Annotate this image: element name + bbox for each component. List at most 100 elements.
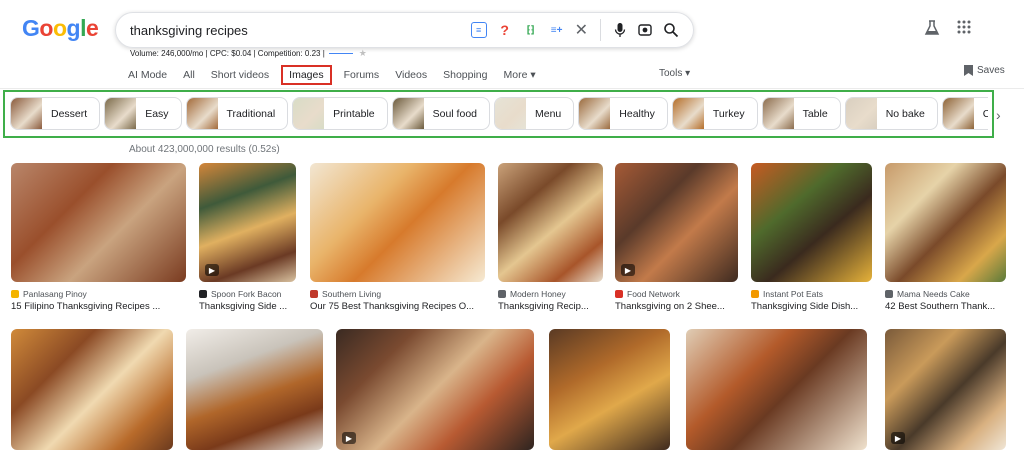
image-result-thumbnail[interactable] (549, 329, 670, 450)
image-result-thumbnail[interactable] (11, 329, 173, 450)
result-title[interactable]: Thanksgiving Side ... (199, 301, 298, 312)
result-source[interactable]: Mama Needs Cake (885, 289, 970, 299)
tools-button[interactable]: Tools ▾ (659, 68, 690, 79)
result-title[interactable]: 42 Best Southern Thank... (885, 301, 1008, 312)
image-result-thumbnail[interactable]: ▶ (885, 329, 1006, 450)
tab-ai-mode[interactable]: AI Mode (128, 69, 167, 81)
lens-icon[interactable] (637, 22, 653, 38)
chip-soul-food[interactable]: Soul food (391, 97, 490, 130)
favicon-icon (751, 290, 759, 298)
chip-label: Soul food (432, 107, 477, 120)
image-result-thumbnail[interactable] (186, 329, 323, 450)
chip-label: Healthy (619, 107, 655, 120)
chip-label: Menu (535, 107, 562, 120)
chip-traditional[interactable]: Traditional (185, 97, 289, 130)
image-result-thumbnail[interactable] (686, 329, 867, 450)
result-source[interactable]: Modern Honey (498, 289, 566, 299)
chip-thumbnail (186, 98, 218, 129)
video-icon: ▶ (342, 432, 356, 444)
chip-thumbnail (942, 98, 974, 129)
favicon-icon (615, 290, 623, 298)
chip-label: No bake (885, 107, 925, 120)
tab-short-videos[interactable]: Short videos (211, 69, 269, 81)
chip-turkey[interactable]: Turkey (671, 97, 758, 130)
result-source[interactable]: Spoon Fork Bacon (199, 289, 281, 299)
source-name: Panlasang Pinoy (23, 289, 87, 299)
favicon-icon (885, 290, 893, 298)
tab-videos[interactable]: Videos (395, 69, 427, 81)
favicon-icon (199, 290, 207, 298)
chip-menu[interactable]: Menu (494, 97, 575, 130)
search-box[interactable]: thanksgiving recipes ≡ ? ⁅⁆ ≡+ ✕ (115, 12, 694, 48)
search-tabs: AI Mode All Short videos Images Forums V… (120, 65, 544, 85)
chip-thumbnail (495, 98, 526, 129)
results-count: About 423,000,000 results (0.52s) (129, 144, 280, 155)
mic-icon[interactable] (613, 22, 627, 38)
tab-shopping[interactable]: Shopping (443, 69, 487, 81)
labs-icon[interactable] (924, 20, 940, 36)
result-title[interactable]: 15 Filipino Thanksgiving Recipes ... (11, 301, 188, 312)
image-result-thumbnail[interactable]: ▶ (336, 329, 534, 450)
source-name: Mama Needs Cake (897, 289, 970, 299)
chip-label: Dessert (51, 107, 88, 120)
result-title[interactable]: Thanksgiving Recip... (498, 301, 605, 312)
tab-more[interactable]: More ▾ (503, 69, 535, 81)
image-result-thumbnail[interactable] (885, 163, 1006, 282)
bookmark-icon (964, 65, 973, 76)
result-title[interactable]: Our 75 Best Thanksgiving Recipes O... (310, 301, 487, 312)
chip-label: Table (802, 107, 828, 120)
seo-metrics-bar: Volume: 246,000/mo | CPC: $0.04 | Compet… (130, 48, 367, 59)
image-result-thumbnail[interactable] (11, 163, 186, 282)
result-source[interactable]: Panlasang Pinoy (11, 289, 87, 299)
video-icon: ▶ (891, 432, 905, 444)
chip-thumbnail (11, 98, 42, 129)
tab-images[interactable]: Images (281, 65, 332, 85)
star-icon[interactable]: ★ (359, 48, 367, 59)
extension-icon-3[interactable]: ⁅⁆ (523, 22, 539, 38)
favicon-icon (11, 290, 19, 298)
chip-no-bake[interactable]: No bake (844, 97, 938, 130)
saves-button[interactable]: Saves (964, 65, 1005, 76)
image-result-thumbnail[interactable] (751, 163, 872, 282)
result-source[interactable]: Instant Pot Eats (751, 289, 823, 299)
image-result-thumbnail[interactable] (498, 163, 603, 282)
chip-thumbnail (762, 98, 794, 129)
chip-label: Chicken (982, 107, 988, 120)
chip-label: Printable (333, 107, 375, 120)
result-source[interactable]: Southern Living (310, 289, 381, 299)
logo-letter: o (39, 15, 53, 41)
apps-grid-icon[interactable] (957, 20, 971, 34)
image-result-thumbnail[interactable]: ▶ (199, 163, 296, 282)
chevron-right-icon[interactable]: › (996, 107, 1001, 123)
seo-metrics-text: Volume: 246,000/mo | CPC: $0.04 | Compet… (130, 49, 325, 58)
extension-icon-2[interactable]: ? (497, 22, 513, 38)
source-name: Modern Honey (510, 289, 566, 299)
extension-icon-1[interactable]: ≡ (470, 22, 487, 38)
chip-printable[interactable]: Printable (292, 97, 388, 130)
result-title[interactable]: Thanksgiving on 2 Shee... (615, 301, 740, 312)
separator (600, 19, 601, 41)
tab-all[interactable]: All (183, 69, 195, 81)
result-source[interactable]: Food Network (615, 289, 680, 299)
logo-letter: e (85, 15, 99, 41)
chip-easy[interactable]: Easy (104, 97, 182, 130)
image-result-thumbnail[interactable]: ▶ (615, 163, 738, 282)
seo-bar (328, 53, 353, 54)
google-logo[interactable]: Google (22, 15, 99, 42)
chip-thumbnail (105, 98, 137, 129)
favicon-icon (310, 290, 318, 298)
chip-healthy[interactable]: Healthy (578, 97, 668, 130)
image-result-thumbnail[interactable] (310, 163, 485, 282)
tab-forums[interactable]: Forums (344, 69, 380, 81)
chip-chicken[interactable]: Chicken (941, 97, 988, 130)
extension-icon-4[interactable]: ≡+ (549, 22, 565, 38)
chip-table[interactable]: Table (761, 97, 841, 130)
logo-letter: G (22, 15, 40, 41)
chip-dessert[interactable]: Dessert (10, 97, 101, 130)
result-title[interactable]: Thanksgiving Side Dish... (751, 301, 874, 312)
logo-letter: o (52, 15, 67, 41)
chip-label: Traditional (226, 107, 276, 120)
clear-icon[interactable]: ✕ (575, 20, 588, 40)
search-input[interactable]: thanksgiving recipes (130, 23, 471, 38)
search-icon[interactable] (663, 22, 679, 38)
